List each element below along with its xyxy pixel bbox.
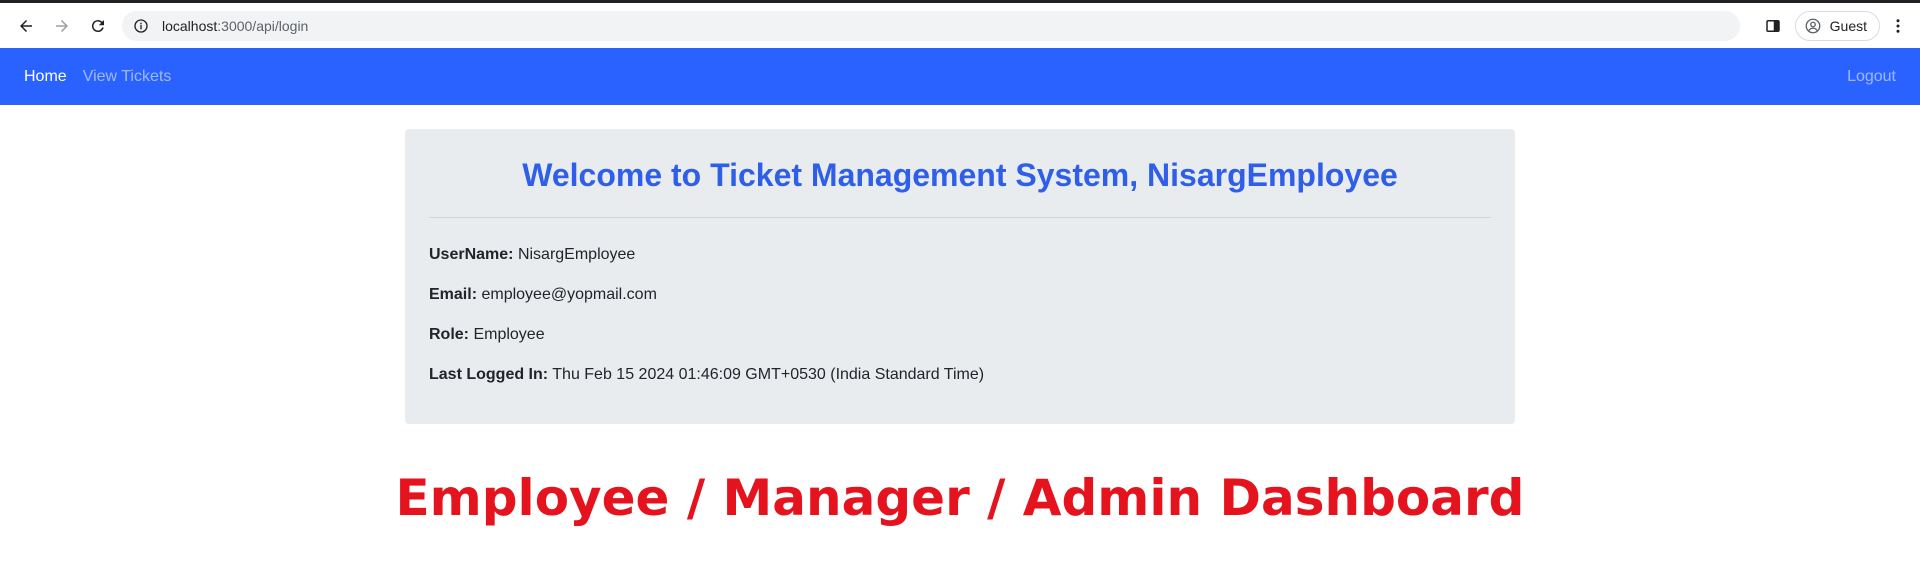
back-button[interactable] — [10, 10, 42, 42]
url-path: :3000/api/login — [217, 18, 309, 34]
role-row: Role: Employee — [429, 315, 1491, 355]
field-label: Role: — [429, 326, 469, 343]
field-label: Email: — [429, 286, 478, 303]
url-text: localhost:3000/api/login — [162, 18, 308, 34]
arrow-right-icon — [56, 19, 68, 32]
dashboard-title: Employee / Manager / Admin Dashboard — [395, 469, 1525, 527]
side-panel-icon — [1765, 20, 1780, 32]
field-value: employee@yopmail.com — [481, 286, 657, 303]
arrow-left-icon — [20, 19, 32, 32]
account-circle-icon — [1805, 18, 1821, 34]
email-row: Email: employee@yopmail.com — [429, 275, 1491, 315]
app-navbar: Home View Tickets Logout — [0, 48, 1920, 105]
reload-icon — [91, 19, 104, 32]
welcome-heading: Welcome to Ticket Management System, Nis… — [522, 157, 1398, 193]
last-logged-in-row: Last Logged In: Thu Feb 15 2024 01:46:09… — [429, 355, 1491, 395]
browser-toolbar: localhost:3000/api/login Guest — [0, 3, 1920, 48]
nav-view-tickets-link[interactable]: View Tickets — [83, 68, 172, 86]
field-label: Last Logged In: — [429, 366, 549, 383]
forward-button[interactable] — [46, 10, 78, 42]
reload-button[interactable] — [82, 10, 114, 42]
profile-label: Guest — [1829, 18, 1867, 34]
card-divider — [429, 217, 1491, 218]
site-info-icon[interactable] — [132, 17, 150, 35]
nav-home-link[interactable]: Home — [24, 68, 67, 86]
user-info-card: Welcome to Ticket Management System, Nis… — [405, 129, 1515, 424]
address-bar[interactable]: localhost:3000/api/login — [122, 11, 1740, 41]
profile-chip[interactable]: Guest — [1794, 11, 1880, 41]
username-row: UserName: NisargEmployee — [429, 235, 1491, 275]
field-value: Thu Feb 15 2024 01:46:09 GMT+0530 (India… — [552, 366, 985, 383]
field-label: UserName: — [429, 246, 514, 263]
browser-menu-button[interactable] — [1886, 10, 1910, 42]
side-panel-button[interactable] — [1757, 10, 1789, 42]
url-host: localhost — [162, 18, 218, 34]
more-vert-icon — [1896, 19, 1900, 33]
user-details: UserName: NisargEmployee Email: employee… — [429, 235, 1491, 395]
field-value: Employee — [473, 326, 545, 343]
nav-logout-link[interactable]: Logout — [1847, 68, 1896, 86]
field-value: NisargEmployee — [517, 246, 636, 263]
